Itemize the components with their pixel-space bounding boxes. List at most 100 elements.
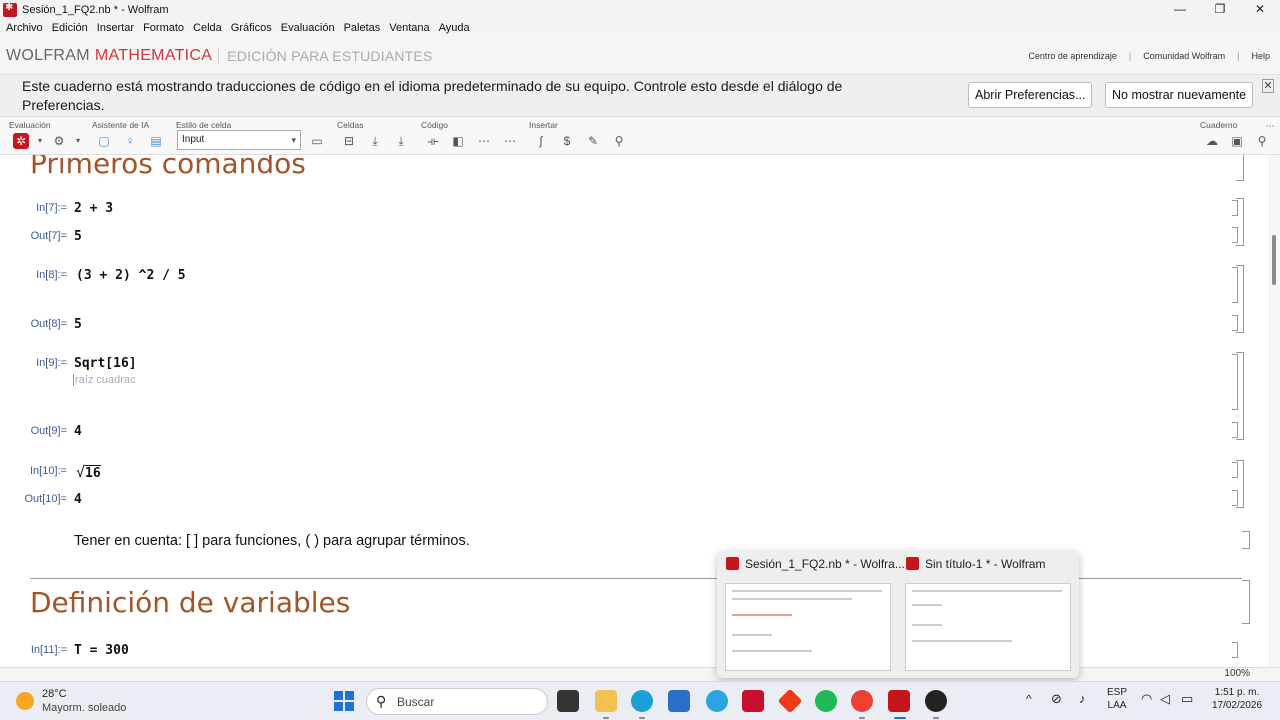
brand-edition: EDICIÓN PARA ESTUDIANTES [218,47,432,64]
cell-style-select[interactable]: Input ▾ [177,130,301,150]
store-icon[interactable] [668,690,690,712]
output-cell[interactable]: 5 [74,317,82,332]
output-cell[interactable]: 4 [74,492,82,507]
code-split-icon[interactable]: ⟛ [425,133,441,149]
code-panel-icon[interactable]: ◧ [450,133,466,149]
obs-icon[interactable] [925,690,947,712]
menu-celda[interactable]: Celda [193,22,222,34]
preview-thumbnail[interactable] [905,583,1071,671]
menu-ayuda[interactable]: Ayuda [439,22,470,34]
notebook-share-icon[interactable]: ▣ [1229,133,1245,149]
group-ai-label: Asistente de IA [92,120,150,130]
menu-evaluacion[interactable]: Evaluación [281,22,335,34]
ellipsis-icon[interactable]: ⋯ [476,133,492,149]
evaluate-gear-icon[interactable]: ✲ [13,133,29,149]
scrollbar-thumb[interactable] [1272,235,1276,285]
input-cell-icon[interactable]: ⤓ [367,133,383,149]
battery-icon[interactable]: ▭ [1181,691,1193,707]
link-learning-center[interactable]: Centro de aprendizaje [1028,51,1117,61]
text-cell[interactable]: Tener en cuenta: [ ] para funciones, ( )… [74,533,470,549]
anydesk-icon[interactable] [777,688,803,714]
wifi-icon[interactable]: ◠ [1141,691,1152,707]
group-bracket[interactable] [1236,198,1244,246]
dont-show-again-button[interactable]: No mostrar nuevamente [1105,82,1254,108]
cloud-upload-icon[interactable]: ☁ [1204,133,1220,149]
windows-start-icon[interactable] [333,690,355,712]
close-icon[interactable]: ✕ [1262,79,1274,93]
cell-bracket[interactable] [1242,580,1250,624]
preview-thumbnail[interactable] [725,583,891,671]
language-indicator[interactable]: ESP LAA [1104,687,1130,711]
preview-item-session[interactable]: Sesión_1_FQ2.nb * - Wolfra... [726,557,905,571]
input-cell[interactable]: T = 300 [74,643,129,658]
sync-off-icon[interactable]: ⊘ [1051,691,1062,707]
chevron-down-icon[interactable]: ▾ [32,133,48,149]
section-title[interactable]: Primeros comandos [30,155,306,180]
input-cell[interactable]: (3 + 2) ^2 / 5 [76,268,186,283]
close-window-button[interactable]: ✕ [1240,0,1280,19]
cell-bracket-icon[interactable]: ▭ [309,133,325,149]
taskbar-search[interactable]: ⚲ Buscar [366,688,548,715]
zoom-level[interactable]: 100% [1224,668,1250,679]
menu-formato[interactable]: Formato [143,22,184,34]
cell-bracket[interactable] [1242,531,1250,549]
task-view-icon[interactable] [557,690,579,712]
menu-archivo[interactable]: Archivo [6,22,43,34]
volume-icon[interactable]: ◁ [1160,691,1170,707]
chevron-up-icon[interactable]: ^ [1026,692,1032,706]
out-label: Out[9]= [30,425,67,437]
ai-chat-icon[interactable]: ▢ [96,133,112,149]
search-icon[interactable]: ⚲ [1254,133,1270,149]
cell-bracket[interactable] [1236,155,1244,181]
output-cell[interactable]: 5 [74,229,82,244]
link-separator: | [1237,51,1240,61]
microphone-icon[interactable]: ♪ [1079,691,1086,706]
link-community[interactable]: Comunidad Wolfram [1143,51,1225,61]
group-bracket[interactable] [1236,265,1244,333]
window-controls: — ❐ ✕ [1160,0,1280,19]
output-cell-icon[interactable]: ⤓ [393,133,409,149]
menu-paletas[interactable]: Paletas [344,22,381,34]
section-title[interactable]: Definición de variables [30,586,350,619]
chevron-down-icon[interactable]: ▾ [70,133,86,149]
lightbulb-icon[interactable]: ♀ [122,133,138,149]
open-preferences-button[interactable]: Abrir Preferencias... [968,82,1093,108]
template-icon[interactable]: ⋯ [502,133,518,149]
vertical-scrollbar[interactable] [1268,155,1280,667]
group-bracket[interactable] [1236,460,1244,508]
edge-icon[interactable] [631,690,653,712]
link-help[interactable]: Help [1251,51,1270,61]
preview-item-untitled[interactable]: Sin título-1 * - Wolfram [906,557,1045,571]
link-icon[interactable]: ⚲ [611,133,627,149]
output-cell[interactable]: 4 [74,424,82,439]
group-bracket[interactable] [1236,352,1244,440]
weather-desc: Mayorm. soleado [42,702,127,714]
cell-group-icon[interactable]: ⊟ [341,133,357,149]
menu-insertar[interactable]: Insertar [97,22,134,34]
chrome-icon[interactable] [851,690,873,712]
menu-ventana[interactable]: Ventana [389,22,429,34]
minimize-button[interactable]: — [1160,0,1200,19]
active-indicator [894,717,906,719]
spotify-icon[interactable] [815,690,837,712]
tex-icon[interactable]: $ [559,133,575,149]
file-explorer-icon[interactable] [595,690,617,712]
input-cell[interactable]: 2 + 3 [74,201,113,216]
abort-gear-icon[interactable]: ⚙ [51,133,67,149]
mcafee-icon[interactable] [742,690,764,712]
wolfram-taskbar-icon[interactable] [888,690,910,712]
input-cell[interactable]: √16 [76,463,101,481]
weather-app-icon[interactable] [706,690,728,712]
clock[interactable]: 1:51 p. m. 17/02/2026 [1207,687,1267,711]
wolfram-app-icon [3,2,17,17]
input-cell[interactable]: Sqrt[16] [74,356,137,371]
running-indicator [933,717,939,719]
cell-bracket[interactable] [1232,642,1238,658]
more-icon[interactable]: ⋯ [1262,118,1278,134]
notebook-assistant-icon[interactable]: ▤ [148,133,164,149]
maximize-button[interactable]: ❐ [1200,0,1240,19]
integral-icon[interactable]: ∫ [533,133,549,149]
pen-icon[interactable]: ✎ [585,133,601,149]
menu-graficos[interactable]: Gráficos [231,22,272,34]
menu-edicion[interactable]: Edición [52,22,88,34]
